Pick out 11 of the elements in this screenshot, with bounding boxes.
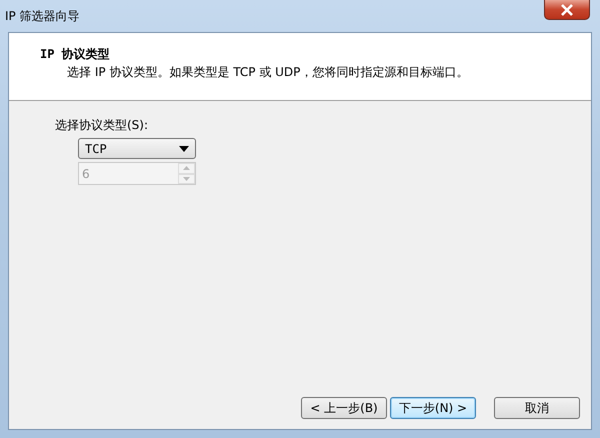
wizard-button[interactable]: 下一步(N) > — [390, 397, 476, 419]
wizard-button[interactable]: < 上一步(B) — [301, 397, 387, 419]
protocol-dropdown[interactable]: TCP — [78, 138, 196, 159]
page-heading: IP 协议类型 — [40, 46, 111, 63]
close-button[interactable] — [544, 0, 590, 20]
window-title: IP 筛选器向导 — [5, 8, 80, 25]
protocol-label: 选择协议类型(S): — [55, 117, 150, 134]
page-description: 选择 IP 协议类型。如果类型是 TCP 或 UDP，您将同时指定源和目标端口。 — [67, 65, 470, 80]
close-icon — [560, 4, 574, 16]
dropdown-arrow-icon — [179, 146, 189, 152]
wizard-button[interactable]: 取消 — [494, 397, 580, 419]
